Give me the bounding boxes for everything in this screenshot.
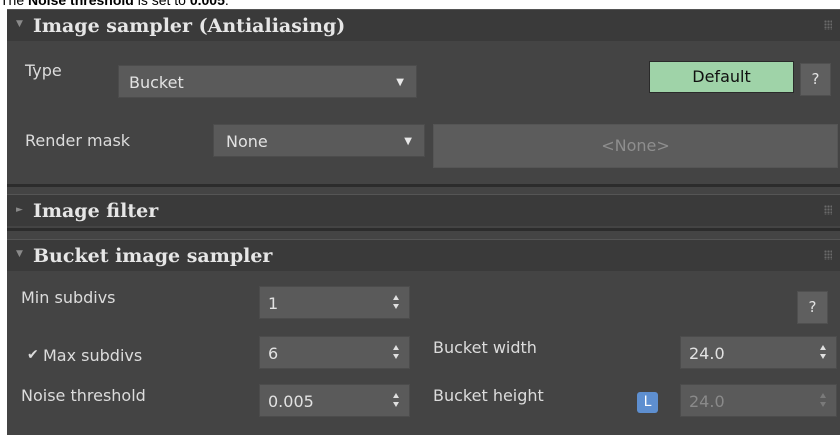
min-subdivs-value: 1 bbox=[268, 294, 279, 313]
min-subdivs-spinner[interactable]: 1 bbox=[259, 286, 410, 319]
noise-threshold-label: Noise threshold bbox=[21, 386, 146, 405]
noise-threshold-value: 0.005 bbox=[268, 392, 314, 411]
rollout-header-bucket-sampler[interactable]: ▼ Bucket image sampler bbox=[7, 239, 840, 271]
bucket-width-label: Bucket width bbox=[433, 338, 537, 357]
render-settings-panel: ▼ Image sampler (Antialiasing) Type Buck… bbox=[7, 9, 840, 435]
rollout-title-image-sampler: Image sampler (Antialiasing) bbox=[33, 15, 346, 37]
spinner-arrows-icon[interactable] bbox=[820, 345, 827, 361]
max-subdivs-spinner[interactable]: 6 bbox=[259, 336, 410, 369]
collapse-arrow-icon: ▼ bbox=[16, 19, 23, 29]
default-button[interactable]: Default bbox=[649, 61, 794, 93]
collapse-arrow-icon: ▼ bbox=[16, 249, 23, 259]
render-mask-dropdown[interactable]: None ▼ bbox=[213, 124, 425, 157]
drag-grip-icon[interactable] bbox=[824, 20, 832, 30]
render-mask-label: Render mask bbox=[25, 131, 131, 150]
rollout-header-image-sampler[interactable]: ▼ Image sampler (Antialiasing) bbox=[7, 9, 840, 41]
spinner-arrows-icon bbox=[820, 393, 827, 409]
type-label: Type bbox=[25, 61, 62, 80]
help-button-bucket-sampler[interactable]: ? bbox=[797, 291, 828, 324]
render-mask-dropdown-value: None bbox=[226, 132, 268, 151]
dropdown-caret-icon: ▼ bbox=[404, 136, 412, 147]
rollout-header-image-filter[interactable]: ► Image filter bbox=[7, 194, 840, 226]
drag-grip-icon[interactable] bbox=[824, 205, 832, 215]
caption-bold-value: 0.005 bbox=[189, 0, 225, 8]
drag-grip-icon[interactable] bbox=[824, 250, 832, 260]
bucket-width-spinner[interactable]: 24.0 bbox=[680, 336, 837, 369]
spinner-arrows-icon[interactable] bbox=[393, 393, 400, 409]
help-button-image-sampler[interactable]: ? bbox=[800, 63, 831, 96]
min-subdivs-label: Min subdivs bbox=[21, 288, 116, 307]
max-subdivs-checkbox[interactable]: ✔ bbox=[27, 347, 39, 363]
lock-button[interactable]: L bbox=[637, 392, 658, 413]
expand-arrow-icon: ► bbox=[16, 205, 23, 215]
max-subdivs-label: Max subdivs bbox=[43, 346, 143, 365]
bucket-height-spinner: 24.0 bbox=[680, 384, 837, 417]
type-dropdown[interactable]: Bucket ▼ bbox=[118, 65, 417, 98]
type-dropdown-value: Bucket bbox=[129, 73, 184, 92]
rollout-separator bbox=[7, 184, 840, 187]
max-subdivs-value: 6 bbox=[268, 344, 279, 363]
bucket-height-value: 24.0 bbox=[689, 392, 725, 411]
rollout-separator bbox=[7, 228, 840, 231]
caption-text: The Noise threshold is set to 0.005. bbox=[0, 0, 229, 9]
bucket-height-label: Bucket height bbox=[433, 386, 544, 405]
dropdown-caret-icon: ▼ bbox=[396, 77, 404, 88]
spinner-arrows-icon[interactable] bbox=[393, 345, 400, 361]
rollout-title-image-filter: Image filter bbox=[33, 200, 159, 222]
spinner-arrows-icon[interactable] bbox=[393, 295, 400, 311]
rollout-title-bucket-sampler: Bucket image sampler bbox=[33, 245, 273, 267]
bucket-width-value: 24.0 bbox=[689, 344, 725, 363]
noise-threshold-spinner[interactable]: 0.005 bbox=[259, 384, 410, 417]
render-mask-object-field[interactable]: <None> bbox=[433, 124, 838, 168]
caption-bold-label: Noise threshold bbox=[28, 0, 134, 8]
